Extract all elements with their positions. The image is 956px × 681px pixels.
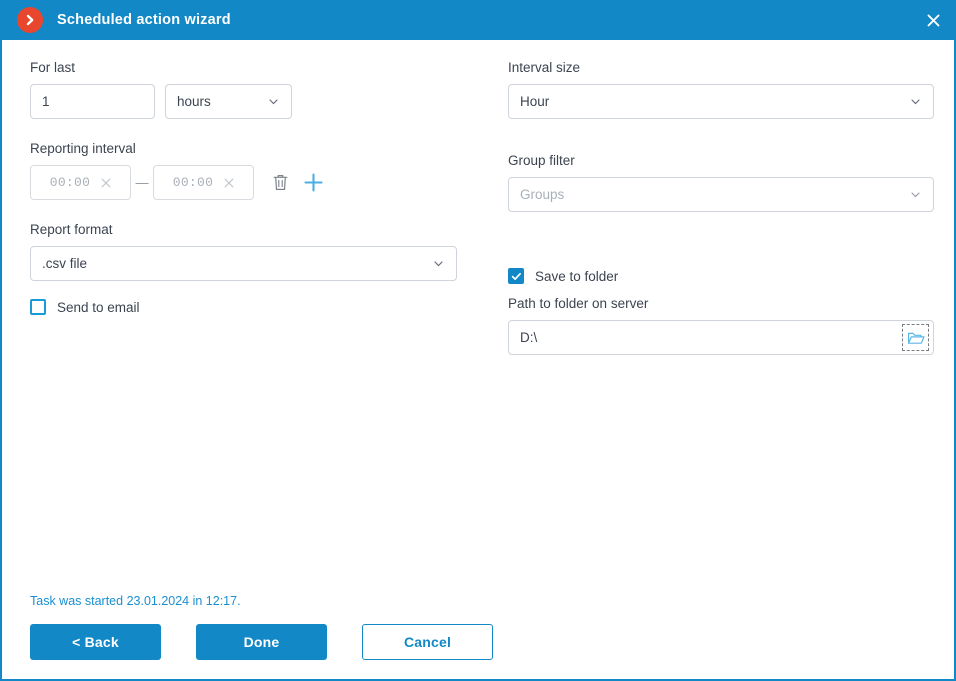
- reporting-interval-group: Reporting interval 00:00 — 00:00: [30, 141, 470, 200]
- send-to-email-label: Send to email: [57, 299, 140, 315]
- status-message: Task was started 23.01.2024 in 12:17.: [30, 594, 241, 608]
- reporting-interval-from-value: 00:00: [49, 175, 91, 190]
- save-to-folder-checkbox[interactable]: [508, 268, 524, 284]
- report-format-group: Report format .csv file: [30, 222, 470, 281]
- back-button[interactable]: < Back: [30, 624, 161, 660]
- for-last-group: For last hours: [30, 60, 470, 119]
- for-last-units-value: hours: [177, 93, 211, 109]
- dialog-button-row: < Back Done Cancel: [30, 624, 493, 660]
- chevron-down-icon: [432, 257, 445, 270]
- right-column: Interval size Hour Group filter Groups S…: [508, 60, 934, 355]
- interval-size-group: Interval size Hour: [508, 60, 934, 119]
- folder-icon: [907, 330, 925, 346]
- path-to-folder-group: Path to folder on server: [508, 296, 934, 355]
- plus-icon[interactable]: [300, 170, 326, 196]
- close-small-icon[interactable]: [101, 178, 111, 188]
- report-format-value: .csv file: [42, 255, 88, 271]
- send-to-email-checkbox[interactable]: [30, 299, 46, 315]
- save-to-folder-label: Save to folder: [535, 268, 619, 284]
- path-to-folder-input[interactable]: [508, 320, 934, 355]
- for-last-units-select[interactable]: hours: [165, 84, 292, 119]
- send-to-email-checkbox-row[interactable]: Send to email: [30, 299, 470, 315]
- dialog-titlebar: Scheduled action wizard: [0, 0, 956, 40]
- trash-icon[interactable]: [267, 170, 293, 196]
- interval-size-value: Hour: [520, 93, 550, 109]
- for-last-input[interactable]: [30, 84, 155, 119]
- chevron-down-icon: [909, 95, 922, 108]
- close-icon[interactable]: [910, 0, 956, 40]
- save-to-folder-checkbox-row[interactable]: Save to folder: [508, 268, 934, 284]
- interval-size-label: Interval size: [508, 60, 581, 75]
- cancel-button[interactable]: Cancel: [362, 624, 493, 660]
- check-icon: [511, 272, 521, 280]
- reporting-interval-from-input[interactable]: 00:00: [30, 165, 131, 200]
- interval-size-select[interactable]: Hour: [508, 84, 934, 119]
- interval-separator: —: [135, 175, 149, 190]
- for-last-label: For last: [30, 60, 76, 75]
- scheduled-action-wizard-dialog: Scheduled action wizard For last hours: [0, 0, 956, 681]
- dialog-body: For last hours Reporting interval: [2, 40, 954, 679]
- dialog-title: Scheduled action wizard: [57, 12, 231, 28]
- chevron-right-icon: [17, 7, 43, 33]
- close-small-icon[interactable]: [224, 178, 234, 188]
- path-to-folder-label: Path to folder on server: [508, 296, 649, 311]
- chevron-down-icon: [909, 188, 922, 201]
- browse-folder-button[interactable]: [902, 324, 929, 351]
- reporting-interval-label: Reporting interval: [30, 141, 136, 156]
- report-format-select[interactable]: .csv file: [30, 246, 457, 281]
- group-filter-select[interactable]: Groups: [508, 177, 934, 212]
- report-format-label: Report format: [30, 222, 113, 237]
- group-filter-value: Groups: [520, 186, 565, 202]
- reporting-interval-to-input[interactable]: 00:00: [153, 165, 254, 200]
- reporting-interval-to-value: 00:00: [172, 175, 214, 190]
- left-column: For last hours Reporting interval: [30, 60, 470, 315]
- chevron-down-icon: [267, 95, 280, 108]
- group-filter-label: Group filter: [508, 153, 575, 168]
- group-filter-group: Group filter Groups: [508, 153, 934, 212]
- done-button[interactable]: Done: [196, 624, 327, 660]
